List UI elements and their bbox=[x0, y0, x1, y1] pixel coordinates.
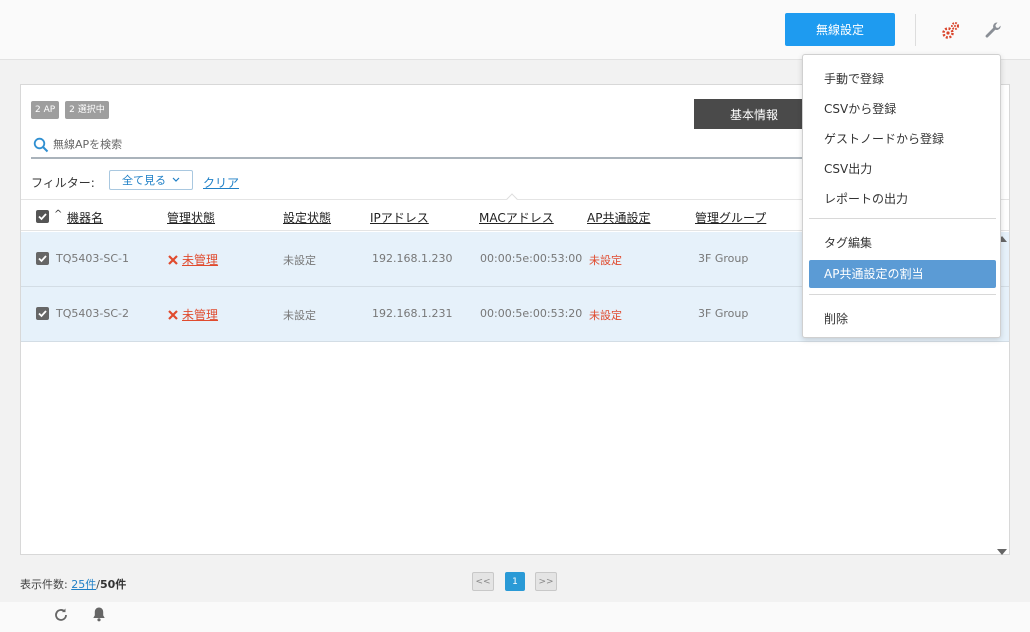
column-header-mgmt-status[interactable]: 管理状態 bbox=[167, 209, 215, 226]
menu-item-csv-export[interactable]: CSV出力 bbox=[809, 155, 996, 183]
menu-item-csv-import[interactable]: CSVから登録 bbox=[809, 95, 996, 123]
pager-page-1[interactable]: 1 bbox=[505, 572, 525, 591]
cell-mgmt-group: 3F Group bbox=[698, 252, 749, 265]
cell-name: TQ5403-SC-2 bbox=[56, 307, 129, 320]
check-icon bbox=[38, 310, 47, 318]
menu-item-delete[interactable]: 削除 bbox=[809, 305, 996, 333]
menu-divider bbox=[809, 294, 996, 295]
menu-item-manual-register[interactable]: 手動で登録 bbox=[809, 65, 996, 93]
pager-next-button[interactable]: >> bbox=[535, 572, 557, 591]
filter-select[interactable]: 全て見る bbox=[109, 170, 193, 190]
row-checkbox[interactable] bbox=[36, 307, 49, 320]
total-count: 50件 bbox=[99, 578, 127, 591]
bell-icon[interactable] bbox=[92, 606, 106, 622]
menu-item-assign-ap-common[interactable]: AP共通設定の割当 bbox=[809, 260, 996, 288]
refresh-icon[interactable] bbox=[53, 607, 69, 623]
chevron-down-icon bbox=[172, 177, 180, 182]
column-header-ip[interactable]: IPアドレス bbox=[370, 209, 429, 226]
select-all-checkbox[interactable] bbox=[36, 210, 49, 223]
column-header-config-status[interactable]: 設定状態 bbox=[283, 209, 331, 226]
display-count-label: 表示件数: bbox=[20, 578, 68, 591]
cell-mac: 00:00:5e:00:53:20 bbox=[480, 307, 583, 320]
cell-mgmt-status[interactable]: 未管理 bbox=[168, 306, 218, 323]
column-header-name[interactable]: 機器名 bbox=[67, 209, 103, 226]
topbar-divider bbox=[915, 14, 916, 46]
pager-prev-button[interactable]: << bbox=[472, 572, 494, 591]
mgmt-status-link[interactable]: 未管理 bbox=[182, 306, 218, 323]
cell-name: TQ5403-SC-1 bbox=[56, 252, 129, 265]
cell-ip: 192.168.1.231 bbox=[372, 307, 453, 320]
menu-item-report-export[interactable]: レポートの出力 bbox=[809, 185, 996, 213]
filter-clear-link[interactable]: クリア bbox=[203, 174, 239, 191]
menu-divider bbox=[809, 218, 996, 219]
filter-label: フィルター: bbox=[31, 176, 95, 190]
bottom-bar bbox=[0, 602, 1030, 632]
close-icon bbox=[168, 309, 178, 320]
column-header-mac[interactable]: MACアドレス bbox=[479, 209, 554, 226]
menu-item-tag-edit[interactable]: タグ編集 bbox=[809, 229, 996, 257]
wrench-icon[interactable] bbox=[983, 20, 1003, 40]
wireless-settings-button[interactable]: 無線設定 bbox=[785, 13, 895, 46]
search-icon bbox=[33, 137, 49, 153]
search-bar bbox=[31, 131, 821, 159]
cell-mgmt-status[interactable]: 未管理 bbox=[168, 251, 218, 268]
column-header-ap-common[interactable]: AP共通設定 bbox=[587, 209, 650, 226]
menu-item-guest-node-register[interactable]: ゲストノードから登録 bbox=[809, 125, 996, 153]
check-icon bbox=[38, 213, 47, 221]
header-notch bbox=[506, 193, 518, 205]
cell-config-status: 未設定 bbox=[283, 309, 316, 322]
per-page-link[interactable]: 25件 bbox=[71, 578, 96, 591]
count-badges: 2 AP 2 選択中 bbox=[31, 101, 109, 119]
check-icon bbox=[38, 255, 47, 263]
search-input[interactable] bbox=[53, 134, 793, 154]
mgmt-status-link[interactable]: 未管理 bbox=[182, 251, 218, 268]
scroll-down-arrow[interactable] bbox=[997, 549, 1007, 555]
sort-asc-icon[interactable]: ^ bbox=[54, 209, 62, 220]
action-menu: 手動で登録 CSVから登録 ゲストノードから登録 CSV出力 レポートの出力 タ… bbox=[802, 54, 1001, 338]
cell-ip: 192.168.1.230 bbox=[372, 252, 453, 265]
cell-ap-common: 未設定 bbox=[589, 254, 622, 267]
display-count: 表示件数: 25件/50件 bbox=[20, 576, 126, 592]
tab-basic-info[interactable]: 基本情報 bbox=[694, 99, 814, 129]
selected-count-badge: 2 選択中 bbox=[65, 101, 109, 119]
ap-count-badge: 2 AP bbox=[31, 101, 60, 119]
close-icon bbox=[168, 254, 178, 265]
cell-mgmt-group: 3F Group bbox=[698, 307, 749, 320]
row-checkbox[interactable] bbox=[36, 252, 49, 265]
filter-select-value: 全て見る bbox=[122, 174, 166, 187]
cell-config-status: 未設定 bbox=[283, 254, 316, 267]
top-bar: 無線設定 bbox=[0, 0, 1030, 60]
cell-mac: 00:00:5e:00:53:00 bbox=[480, 252, 583, 265]
gears-icon[interactable] bbox=[940, 20, 962, 42]
cell-ap-common: 未設定 bbox=[589, 309, 622, 322]
column-header-mgmt-group[interactable]: 管理グループ bbox=[695, 209, 766, 226]
